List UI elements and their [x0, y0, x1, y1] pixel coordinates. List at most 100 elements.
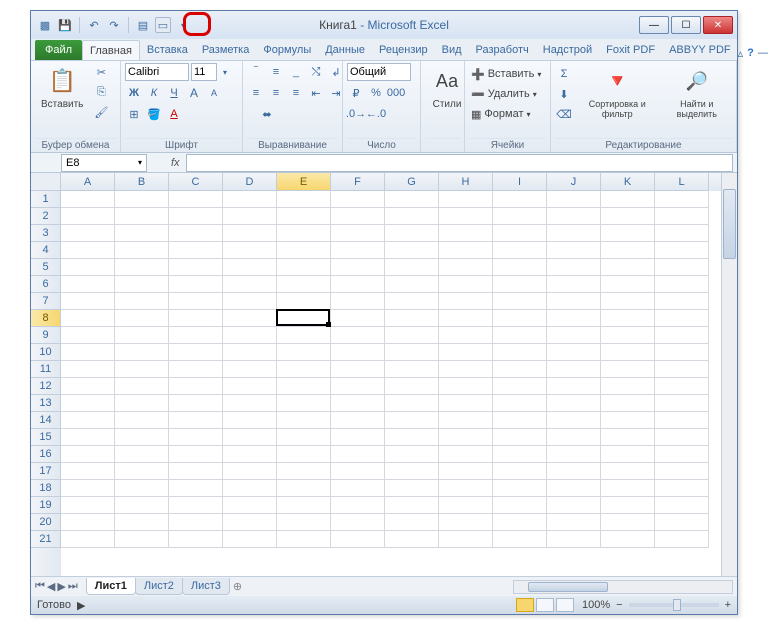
row-header[interactable]: 2 [31, 208, 61, 225]
cell[interactable] [61, 412, 115, 429]
cell[interactable] [385, 344, 439, 361]
vscroll-thumb[interactable] [723, 189, 736, 259]
cell[interactable] [547, 242, 601, 259]
cell[interactable] [439, 208, 493, 225]
cell[interactable] [493, 259, 547, 276]
cell[interactable] [223, 225, 277, 242]
cell[interactable] [601, 429, 655, 446]
cell[interactable] [277, 276, 331, 293]
cell[interactable] [115, 531, 169, 548]
chevron-down-icon[interactable]: ▾ [138, 158, 142, 167]
sheet-next-icon[interactable]: ▶ [57, 580, 65, 593]
help-icon[interactable]: ? [747, 47, 754, 60]
cell[interactable] [277, 327, 331, 344]
cell[interactable] [655, 327, 709, 344]
cell[interactable] [169, 463, 223, 480]
cell[interactable] [655, 429, 709, 446]
cell[interactable] [439, 361, 493, 378]
cell[interactable] [115, 293, 169, 310]
cell[interactable] [61, 429, 115, 446]
cell[interactable] [331, 208, 385, 225]
cell[interactable] [385, 395, 439, 412]
cell[interactable] [169, 310, 223, 327]
cell[interactable] [655, 378, 709, 395]
cell[interactable] [223, 446, 277, 463]
cell[interactable] [493, 378, 547, 395]
row-header[interactable]: 12 [31, 378, 61, 395]
cell[interactable] [493, 225, 547, 242]
grow-font-icon[interactable]: A [185, 84, 203, 102]
cell[interactable] [493, 497, 547, 514]
cell[interactable] [223, 395, 277, 412]
cell[interactable] [61, 191, 115, 208]
cell[interactable] [547, 327, 601, 344]
cell[interactable] [61, 514, 115, 531]
number-format-select[interactable] [347, 63, 411, 81]
cell[interactable] [493, 242, 547, 259]
cell[interactable] [493, 208, 547, 225]
cell[interactable] [493, 191, 547, 208]
cell[interactable] [115, 378, 169, 395]
cell[interactable] [385, 327, 439, 344]
cell[interactable] [655, 293, 709, 310]
cell[interactable] [61, 276, 115, 293]
cell[interactable] [601, 446, 655, 463]
cell[interactable] [277, 293, 331, 310]
cell[interactable] [331, 463, 385, 480]
align-right-icon[interactable]: ≡ [287, 84, 305, 102]
align-top-icon[interactable]: ‾ [247, 63, 265, 81]
cell[interactable] [169, 446, 223, 463]
cell[interactable] [115, 242, 169, 259]
cell[interactable] [601, 276, 655, 293]
cell[interactable] [385, 361, 439, 378]
cell[interactable] [601, 344, 655, 361]
cell[interactable] [331, 327, 385, 344]
sheet-prev-icon[interactable]: ◀ [47, 580, 55, 593]
cell[interactable] [493, 361, 547, 378]
cell[interactable] [439, 429, 493, 446]
cell[interactable] [115, 395, 169, 412]
qat-form-icon[interactable]: ▭ [155, 17, 171, 33]
shrink-font-icon[interactable]: A [205, 84, 223, 102]
cell[interactable] [331, 259, 385, 276]
cell[interactable] [493, 531, 547, 548]
ribbon-tab-0[interactable]: Главная [82, 40, 140, 60]
cell[interactable] [493, 514, 547, 531]
cell[interactable] [493, 293, 547, 310]
cell[interactable] [61, 225, 115, 242]
cell[interactable] [169, 225, 223, 242]
cell[interactable] [115, 191, 169, 208]
cell[interactable] [61, 327, 115, 344]
ribbon-tab-9[interactable]: Foxit PDF [599, 40, 662, 60]
cell[interactable] [601, 531, 655, 548]
minimize-button[interactable]: — [639, 16, 669, 34]
cell[interactable] [223, 208, 277, 225]
cell[interactable] [493, 276, 547, 293]
cell[interactable] [547, 463, 601, 480]
cell[interactable] [277, 361, 331, 378]
cell[interactable] [331, 395, 385, 412]
redo-icon[interactable]: ↷ [106, 17, 122, 33]
cell[interactable] [385, 225, 439, 242]
cell[interactable] [331, 412, 385, 429]
cell[interactable] [61, 293, 115, 310]
cell[interactable] [601, 361, 655, 378]
cell[interactable] [385, 242, 439, 259]
hscroll-thumb[interactable] [528, 582, 608, 592]
cell[interactable] [169, 259, 223, 276]
cell[interactable] [547, 412, 601, 429]
sheet-tab[interactable]: Лист2 [135, 578, 183, 595]
cell[interactable] [493, 327, 547, 344]
cell[interactable] [655, 191, 709, 208]
align-bottom-icon[interactable]: _ [287, 63, 305, 81]
cell[interactable] [439, 293, 493, 310]
cell[interactable] [223, 480, 277, 497]
cell[interactable] [547, 191, 601, 208]
cell[interactable] [385, 480, 439, 497]
cell[interactable] [115, 225, 169, 242]
cell[interactable] [61, 310, 115, 327]
font-size-dropdown-icon[interactable]: ▾ [219, 63, 231, 81]
cell[interactable] [115, 497, 169, 514]
cell[interactable] [601, 293, 655, 310]
column-header[interactable]: K [601, 173, 655, 191]
